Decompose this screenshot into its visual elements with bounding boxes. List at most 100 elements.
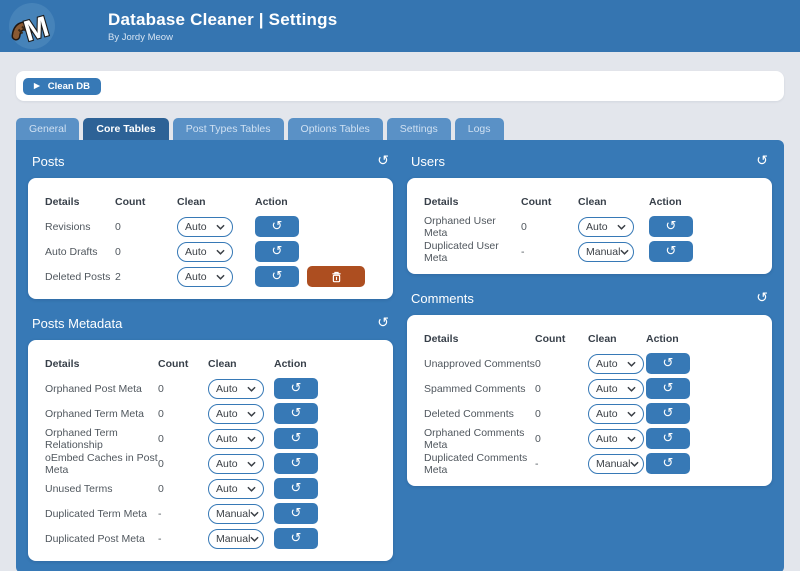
clean-select[interactable]: Auto xyxy=(208,479,264,499)
refresh-button[interactable]: ↺ xyxy=(646,403,690,424)
row-count: 0 xyxy=(158,458,208,470)
clean-db-label: Clean DB xyxy=(48,81,90,92)
clean-select[interactable]: Auto xyxy=(208,429,264,449)
clean-select[interactable]: Manual xyxy=(578,242,634,262)
clean-select-value: Manual xyxy=(216,508,250,520)
play-icon: ▶ xyxy=(34,82,40,90)
refresh-button[interactable]: ↺ xyxy=(274,403,318,424)
refresh-button[interactable]: ↺ xyxy=(649,241,693,262)
refresh-button[interactable]: ↺ xyxy=(646,428,690,449)
row-details: Orphaned Term Meta xyxy=(45,408,158,420)
row-count: 0 xyxy=(158,483,208,495)
clean-select[interactable]: Auto xyxy=(578,217,634,237)
tab-general[interactable]: General xyxy=(16,118,79,140)
clean-select-value: Auto xyxy=(586,221,608,233)
refresh-button[interactable]: ↺ xyxy=(274,453,318,474)
col-count: Count xyxy=(158,358,208,370)
row-count: 0 xyxy=(535,408,588,420)
row-details: Deleted Comments xyxy=(424,408,535,420)
row-count: - xyxy=(158,508,208,520)
clean-select[interactable]: Manual xyxy=(588,454,644,474)
clean-select[interactable]: Auto xyxy=(588,404,644,424)
table-row: Duplicated Comments Meta-Manual↺ xyxy=(424,451,755,476)
refresh-button[interactable]: ↺ xyxy=(255,241,299,262)
row-details: Duplicated User Meta xyxy=(424,240,521,264)
clean-select[interactable]: Auto xyxy=(177,217,233,237)
clean-select[interactable]: Auto xyxy=(177,267,233,287)
tab-post-types-tables[interactable]: Post Types Tables xyxy=(173,118,284,140)
clean-select-value: Auto xyxy=(596,408,618,420)
refresh-icon[interactable]: ↺ xyxy=(377,316,389,330)
chevron-down-icon xyxy=(216,224,225,230)
clean-select[interactable]: Auto xyxy=(208,404,264,424)
chevron-down-icon xyxy=(250,536,259,542)
panel-title: Posts Metadata xyxy=(32,316,122,331)
table-row: Deleted Posts2Auto↺ xyxy=(45,264,376,289)
row-count: 0 xyxy=(115,246,177,258)
refresh-button[interactable]: ↺ xyxy=(274,528,318,549)
clean-select[interactable]: Auto xyxy=(208,379,264,399)
clean-select[interactable]: Manual xyxy=(208,529,264,549)
refresh-button[interactable]: ↺ xyxy=(255,216,299,237)
row-count: - xyxy=(158,533,208,545)
table-row: Auto Drafts0Auto ↺ xyxy=(45,239,376,264)
page-title: Database Cleaner | Settings xyxy=(108,10,337,30)
col-details: Details xyxy=(424,196,521,208)
panel-users-header: Users ↺ xyxy=(411,152,768,170)
clean-select-value: Auto xyxy=(596,383,618,395)
tab-logs[interactable]: Logs xyxy=(455,118,504,140)
panel-comments: Comments ↺ Details Count Clean Action Un… xyxy=(407,287,772,486)
col-details: Details xyxy=(424,333,535,345)
refresh-icon[interactable]: ↺ xyxy=(377,154,389,168)
refresh-button[interactable]: ↺ xyxy=(274,478,318,499)
row-actions: ↺ xyxy=(649,241,755,262)
refresh-button[interactable]: ↺ xyxy=(646,353,690,374)
refresh-button[interactable]: ↺ xyxy=(646,453,690,474)
table-row: Unapproved Comments0Auto↺ xyxy=(424,351,755,376)
table-header-row: Details Count Clean Action xyxy=(45,352,376,376)
clean-select-value: Auto xyxy=(596,433,618,445)
refresh-button[interactable]: ↺ xyxy=(255,266,299,287)
trash-button[interactable] xyxy=(307,266,365,287)
clean-select[interactable]: Auto xyxy=(588,429,644,449)
refresh-button[interactable]: ↺ xyxy=(646,378,690,399)
clean-select[interactable]: Auto xyxy=(588,354,644,374)
clean-select[interactable]: Auto xyxy=(208,454,264,474)
table-row: oEmbed Caches in Post Meta0Auto ↺ xyxy=(45,451,376,476)
tab-options-tables[interactable]: Options Tables xyxy=(288,118,383,140)
row-actions: ↺ xyxy=(646,378,755,399)
clean-select[interactable]: Manual xyxy=(208,504,264,524)
panel-title: Users xyxy=(411,154,445,169)
clean-db-button[interactable]: ▶ Clean DB xyxy=(23,78,101,95)
row-count: 0 xyxy=(158,383,208,395)
row-details: oEmbed Caches in Post Meta xyxy=(45,452,158,476)
table-header-row: Details Count Clean Action xyxy=(424,327,755,351)
row-details: Duplicated Term Meta xyxy=(45,508,158,520)
chevron-down-icon xyxy=(247,461,256,467)
table-row: Spammed Comments0Auto↺ xyxy=(424,376,755,401)
refresh-button[interactable]: ↺ xyxy=(649,216,693,237)
row-actions: ↺ xyxy=(274,503,376,524)
table-row: Orphaned User Meta0Auto↺ xyxy=(424,214,755,239)
row-details: Auto Drafts xyxy=(45,246,115,258)
col-details: Details xyxy=(45,196,115,208)
col-clean: Clean xyxy=(578,196,649,208)
clean-select[interactable]: Auto xyxy=(588,379,644,399)
content-area: Posts ↺ Details Count Clean Action Revis… xyxy=(16,140,784,571)
panel-users: Users ↺ Details Count Clean Action Orpha… xyxy=(407,150,772,274)
refresh-button[interactable]: ↺ xyxy=(274,378,318,399)
refresh-icon[interactable]: ↺ xyxy=(756,154,768,168)
table-row: Deleted Comments0 Auto ↺ xyxy=(424,401,755,426)
tab-core-tables[interactable]: Core Tables xyxy=(83,118,168,140)
row-count: 0 xyxy=(521,221,578,233)
table-row: Duplicated User Meta-Manual↺ xyxy=(424,239,755,264)
tab-bar: GeneralCore TablesPost Types TablesOptio… xyxy=(16,118,784,140)
table-row: Revisions0Auto↺ xyxy=(45,214,376,239)
refresh-icon[interactable]: ↺ xyxy=(756,291,768,305)
comments-card: Details Count Clean Action Unapproved Co… xyxy=(407,315,772,486)
refresh-button[interactable]: ↺ xyxy=(274,503,318,524)
chevron-down-icon xyxy=(250,511,259,517)
clean-select[interactable]: Auto xyxy=(177,242,233,262)
tab-settings[interactable]: Settings xyxy=(387,118,451,140)
refresh-button[interactable]: ↺ xyxy=(274,428,318,449)
